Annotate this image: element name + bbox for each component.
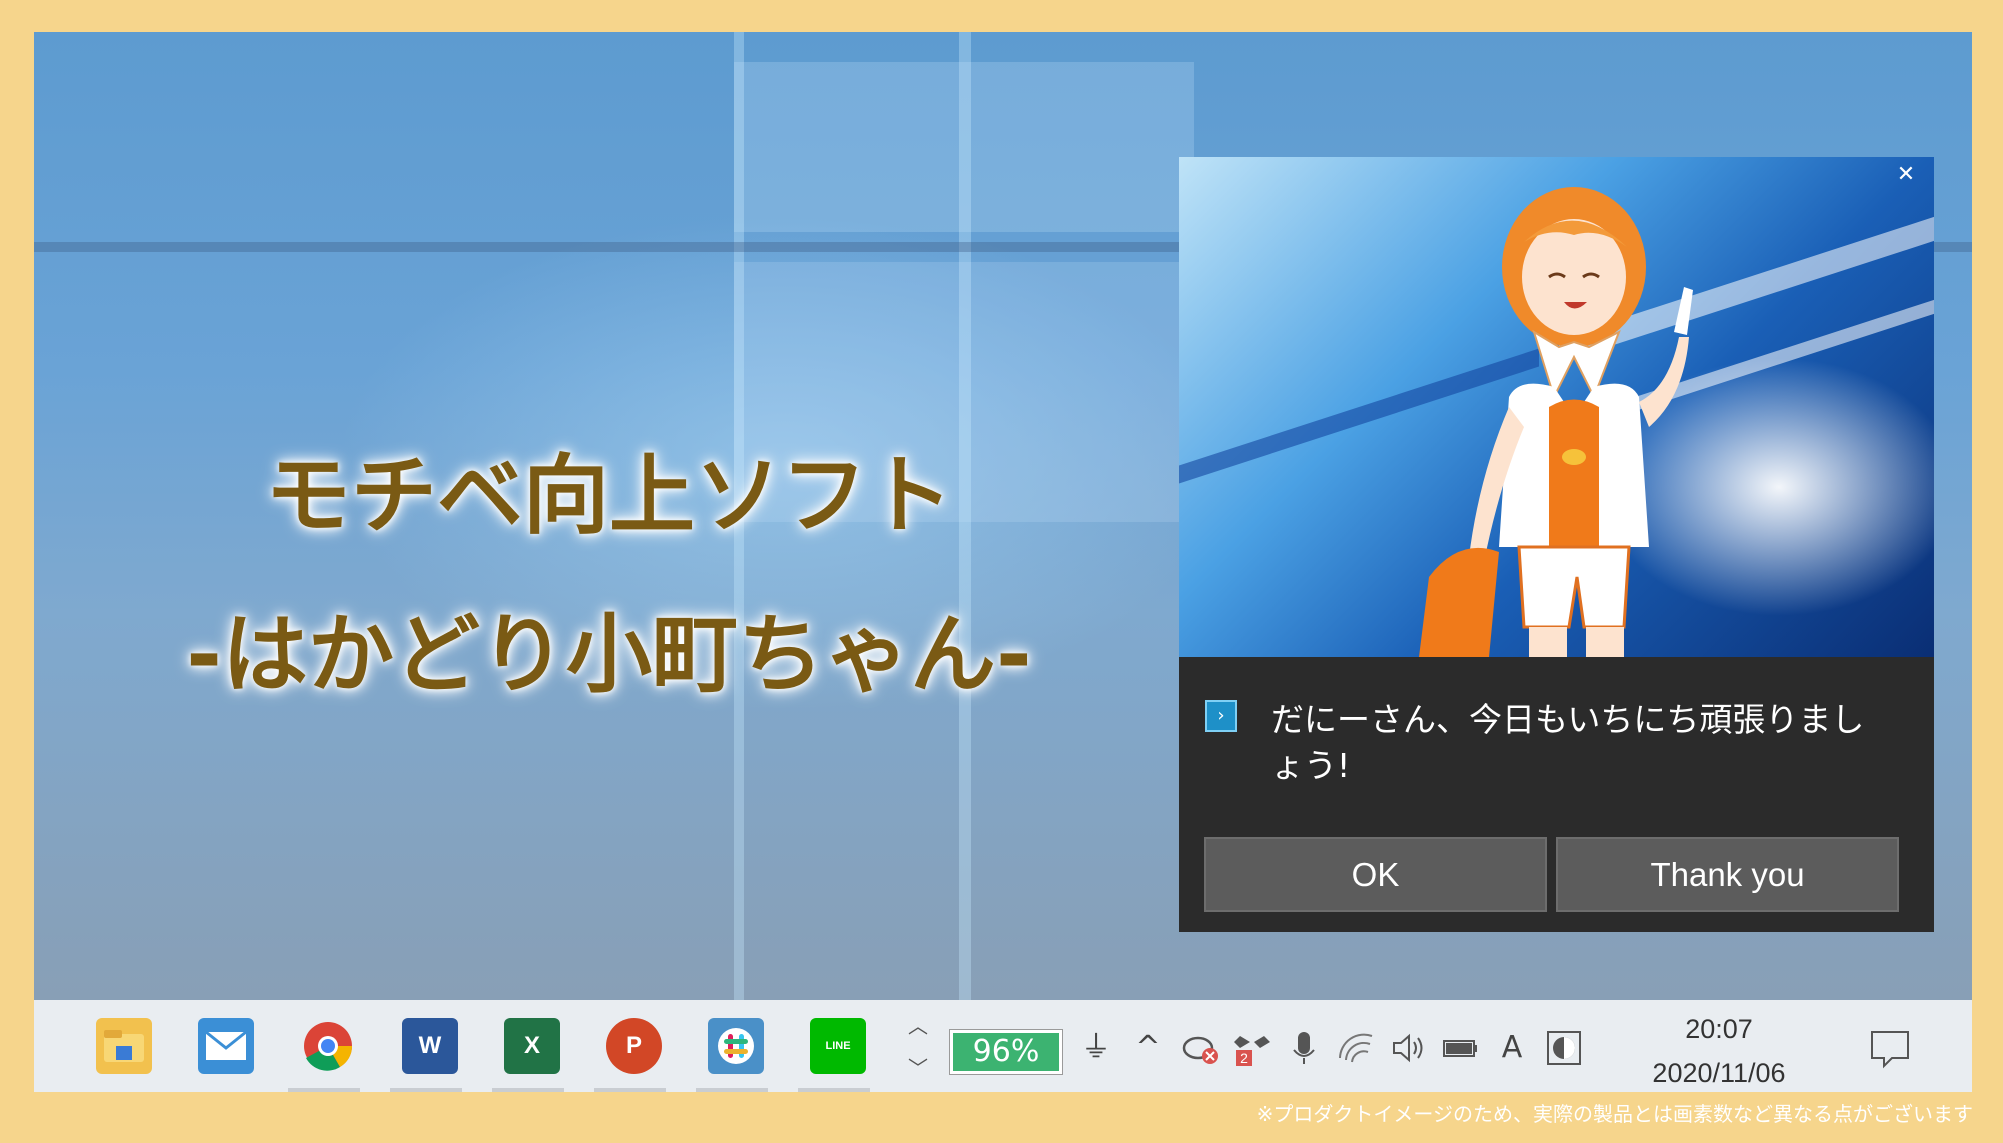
powershell-icon: › [1205,700,1237,732]
toast-ok-button[interactable]: OK [1204,837,1547,912]
mail-icon[interactable] [198,1018,254,1074]
clock-time[interactable]: 20:07 [1644,1014,1794,1045]
toast-notification: ✕ › だにーさん、今日もいちにち頑張りましょう! OK Thank you [1179,157,1934,932]
screenshot-frame: モチベ向上ソフト -はかどり小町ちゃん- ✕ › だにーさん、今日もいちにち頑張… [34,32,1972,1102]
battery-percent-widget[interactable]: 96% [949,1029,1063,1075]
ime-icon[interactable]: A [1492,1028,1532,1068]
scroll-up-chevron-icon[interactable]: ︿ [906,1010,930,1039]
desktop-wallpaper: モチベ向上ソフト -はかどり小町ちゃん- ✕ › だにーさん、今日もいちにち頑張… [34,32,1972,1000]
promo-title-line2: -はかどり小町ちゃん- [186,605,1032,705]
footer-disclaimer: ※プロダクトイメージのため、実際の製品とは画素数など異なる点がございます [1256,1102,1973,1126]
promo-title-line1: モチベ向上ソフト [265,446,953,546]
powerpoint-icon[interactable]: P [606,1018,662,1074]
action-center-icon[interactable] [1868,1026,1909,1069]
taskbar: W X P LINE ︿ ﹀ 96% ⏚ ^ 2 A 20:07 2020/11… [34,1000,1972,1092]
toast-close-icon[interactable]: ✕ [1892,161,1920,189]
volume-icon[interactable] [1388,1028,1428,1068]
app-tray-icon[interactable] [1544,1028,1584,1068]
wallpaper-pane [734,62,1194,232]
running-indicator [390,1088,462,1092]
toast-thank-you-button[interactable]: Thank you [1556,837,1899,912]
chrome-icon[interactable] [300,1018,356,1074]
clock-date[interactable]: 2020/11/06 [1644,1058,1794,1089]
show-hidden-icons-chevron-icon[interactable]: ^ [1128,1028,1168,1068]
running-indicator [594,1088,666,1092]
word-icon[interactable]: W [402,1018,458,1074]
scroll-down-chevron-icon[interactable]: ﹀ [906,1052,930,1081]
file-explorer-icon[interactable] [96,1018,152,1074]
running-indicator [696,1088,768,1092]
svg-text:2: 2 [1240,1050,1248,1066]
toast-hero-image [1179,157,1934,657]
toast-message: だにーさん、今日もいちにち頑張りましょう! [1271,700,1865,785]
running-indicator [288,1088,360,1092]
excel-icon[interactable]: X [504,1018,560,1074]
line-icon[interactable]: LINE [810,1018,866,1074]
dropbox-icon[interactable]: 2 [1232,1028,1272,1068]
character-illustration [1419,187,1693,657]
wifi-icon[interactable] [1336,1028,1376,1068]
battery-status-icon[interactable] [1440,1028,1480,1068]
power-plug-icon[interactable]: ⏚ [1076,1028,1116,1068]
running-indicator [492,1088,564,1092]
onedrive-error-icon[interactable] [1180,1028,1220,1068]
microphone-icon[interactable] [1284,1028,1324,1068]
slack-icon[interactable] [708,1018,764,1074]
running-indicator [798,1088,870,1092]
